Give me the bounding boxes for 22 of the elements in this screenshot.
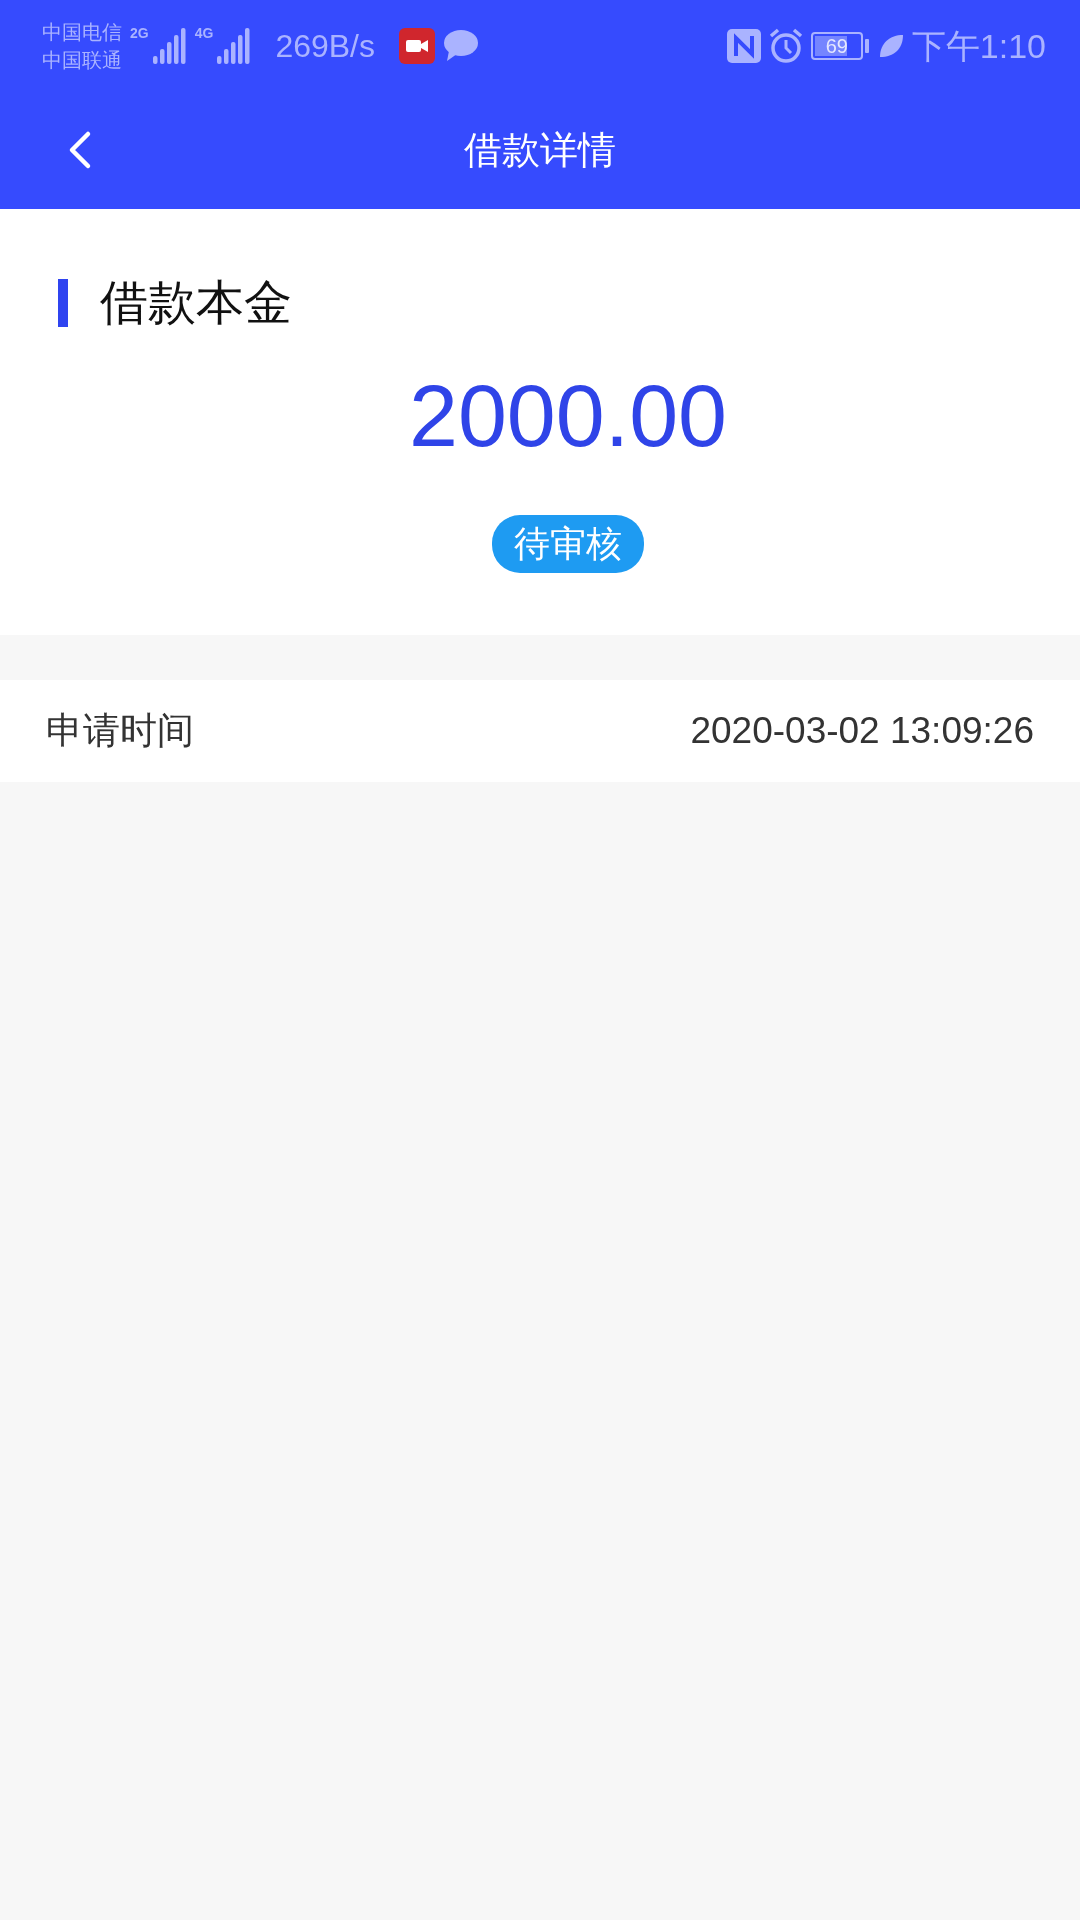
video-camera-icon <box>399 28 435 64</box>
carrier-name: 中国电信 <box>42 20 122 45</box>
signal-icon <box>217 26 252 66</box>
signal-icon <box>152 26 187 66</box>
section-heading: 借款本金 <box>100 275 292 331</box>
clock-time: 下午1:10 <box>911 25 1046 67</box>
leaf-icon <box>877 33 904 59</box>
nfc-icon <box>726 29 761 63</box>
carrier-name: 中国联通 <box>42 48 122 73</box>
alarm-clock-icon <box>768 28 803 64</box>
status-badge: 待审核 <box>492 515 644 574</box>
detail-label: 申请时间 <box>46 709 194 754</box>
chat-bubble-icon <box>443 29 479 63</box>
battery-terminal-icon <box>863 39 870 53</box>
network-type-label: 2G <box>130 26 149 40</box>
network-type-label: 4G <box>194 26 214 40</box>
page-title: 借款详情 <box>464 128 616 173</box>
accent-bar <box>58 279 68 327</box>
detail-value: 2020-03-02 13:09:26 <box>690 709 1034 754</box>
network-speed: 269B/s <box>275 27 375 66</box>
battery-percentage: 69 <box>810 32 863 60</box>
loan-amount: 2000.00 <box>407 365 728 467</box>
